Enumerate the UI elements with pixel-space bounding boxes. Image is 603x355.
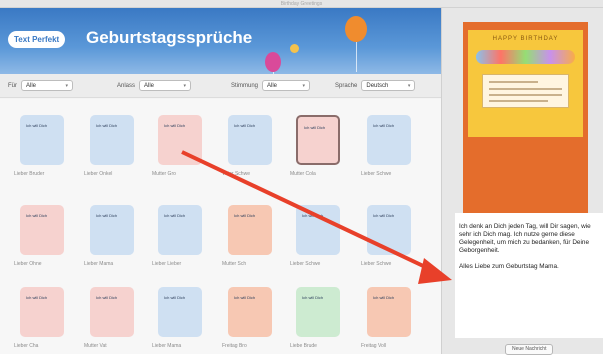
- arrow-line: [181, 150, 437, 274]
- app-window: Birthday Greetings Text Perfekt Geburtst…: [0, 0, 603, 355]
- arrowhead-icon: [418, 258, 452, 284]
- annotation-arrow: [181, 150, 452, 284]
